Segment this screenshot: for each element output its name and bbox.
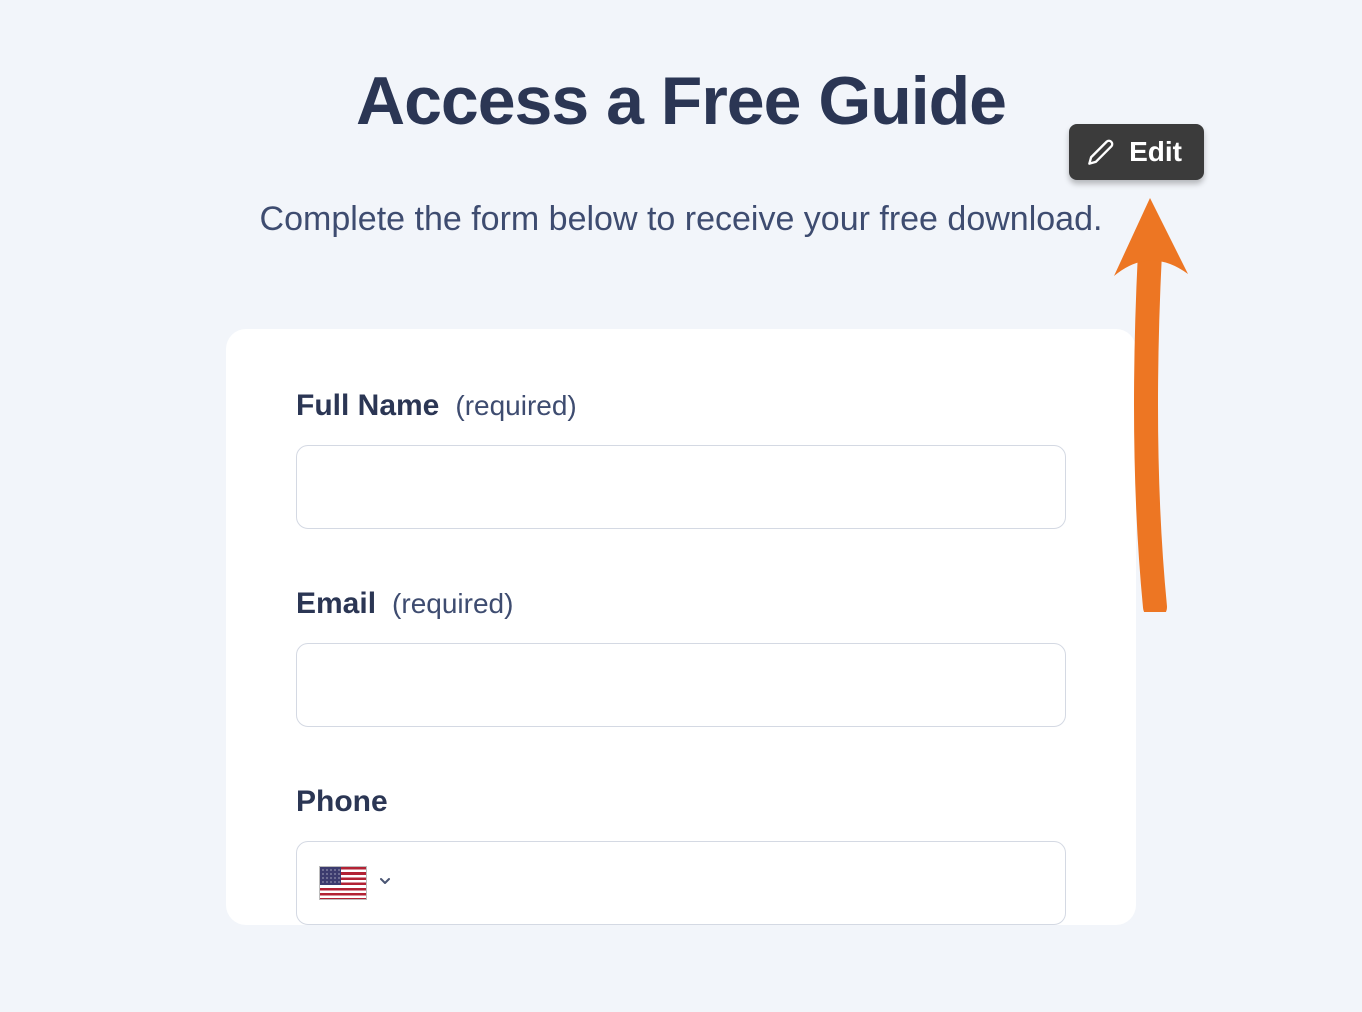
email-input[interactable] bbox=[296, 643, 1066, 727]
full-name-required: (required) bbox=[455, 390, 576, 422]
field-full-name: Full Name (required) bbox=[296, 389, 1066, 529]
phone-input[interactable] bbox=[393, 842, 1065, 924]
field-email: Email (required) bbox=[296, 587, 1066, 727]
edit-button[interactable]: Edit bbox=[1069, 124, 1204, 180]
us-flag-icon[interactable] bbox=[319, 866, 367, 900]
phone-label: Phone bbox=[296, 785, 388, 819]
email-required: (required) bbox=[392, 588, 513, 620]
page-subtitle: Complete the form below to receive your … bbox=[0, 200, 1362, 239]
pencil-icon bbox=[1087, 138, 1115, 166]
full-name-label: Full Name bbox=[296, 389, 439, 423]
phone-input-row bbox=[296, 841, 1066, 925]
email-label: Email bbox=[296, 587, 376, 621]
chevron-down-icon[interactable] bbox=[377, 873, 393, 894]
edit-button-label: Edit bbox=[1129, 136, 1182, 168]
field-phone: Phone bbox=[296, 785, 1066, 925]
full-name-input[interactable] bbox=[296, 445, 1066, 529]
form-card: Full Name (required) Email (required) Ph… bbox=[226, 329, 1136, 925]
